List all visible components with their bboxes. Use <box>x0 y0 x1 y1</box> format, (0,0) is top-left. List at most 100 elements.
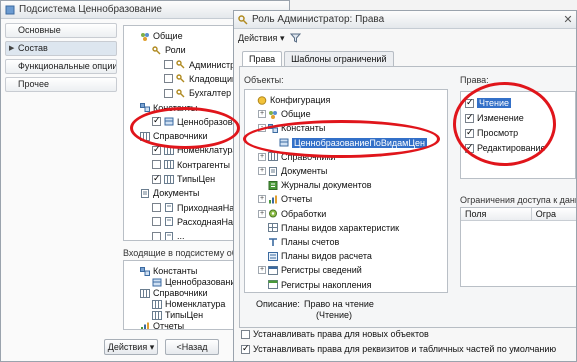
tree-item-label: ПриходнаяНакладная <box>177 202 238 213</box>
catalog-icon <box>164 160 174 170</box>
subsystem-icon <box>5 5 15 14</box>
attributes-checkbox[interactable] <box>241 343 250 354</box>
tab-rights[interactable]: Права <box>242 51 283 67</box>
processing-icon <box>268 209 278 218</box>
new-objects-rights-option[interactable]: Устанавливать права для новых объектов <box>241 329 429 339</box>
objects-tree-item[interactable]: + Регистры сведений <box>258 263 362 277</box>
calc-types-icon <box>268 251 278 261</box>
tree-item-label: Отчеты <box>153 321 185 330</box>
objects-tree-item[interactable]: + Общие <box>258 107 311 121</box>
restrictions-table[interactable]: Поля Огра <box>460 207 576 287</box>
role-icon <box>176 60 186 69</box>
objects-tree-item[interactable]: Конфигурация <box>247 93 330 107</box>
object-checkbox[interactable] <box>152 160 161 170</box>
included-tree-item[interactable]: Отчеты <box>140 319 185 330</box>
tab-restriction-templates[interactable]: Шаблоны ограничений <box>284 51 394 67</box>
object-checkbox[interactable] <box>164 88 173 98</box>
tree-item-label: Журналы документов <box>281 180 372 191</box>
expand-icon[interactable]: + <box>258 209 266 218</box>
object-checkbox[interactable] <box>164 60 173 70</box>
column-restriction[interactable]: Огра <box>532 208 576 220</box>
constants-icon <box>140 266 150 276</box>
subsystem-tree-item[interactable]: ... <box>152 229 185 241</box>
new-objects-label: Устанавливать права для новых объектов <box>253 329 429 339</box>
document-icon <box>164 231 174 240</box>
document-icon <box>164 217 174 227</box>
role-key-icon <box>238 14 248 25</box>
new-objects-checkbox[interactable] <box>241 329 250 339</box>
attributes-rights-option[interactable]: Устанавливать права для реквизитов и таб… <box>241 343 557 354</box>
subsystem-actions-button[interactable]: Действия ▾ <box>104 339 158 355</box>
description-text-1: Право на чтение <box>304 299 374 309</box>
object-checkbox[interactable] <box>152 203 161 213</box>
subsystem-tree-item[interactable]: Кладовщик <box>164 72 236 86</box>
role-tabs: Права Шаблоны ограничений <box>242 51 396 67</box>
tree-item-label: Роли <box>165 45 186 56</box>
close-icon[interactable]: ✕ <box>560 13 576 27</box>
filter-icon[interactable] <box>290 33 302 43</box>
subsystem-tree-item[interactable]: РасходнаяНакладная <box>152 215 238 229</box>
constants-icon <box>140 103 150 112</box>
reports-icon <box>268 195 278 204</box>
objects-tree-item[interactable]: Регистры накопления <box>258 278 372 292</box>
object-checkbox[interactable] <box>164 74 173 84</box>
subsystem-tree-item[interactable]: Документы <box>140 186 199 200</box>
subsystem-title: Подсистема Ценнобразование <box>19 4 162 15</box>
objects-tree-item[interactable]: Планы счетов <box>258 235 339 249</box>
nav-other[interactable]: Прочее <box>5 77 117 92</box>
subsystem-tree-item[interactable]: Бухгалтер <box>164 86 231 100</box>
subsystem-tree-item[interactable]: ПриходнаяНакладная <box>152 201 238 215</box>
tree-item-label: Регистры сведений <box>281 265 362 276</box>
subsystem-actions-label: Действия <box>107 342 148 352</box>
objects-tree-item[interactable]: + Обработки <box>258 207 326 221</box>
tree-item-label: Планы видов характеристик <box>281 222 400 233</box>
nav-functional-options[interactable]: Функциональные опции <box>5 59 117 74</box>
expand-icon[interactable]: + <box>258 167 266 175</box>
included-objects-tree[interactable]: Константы Ценнобразование Справочники Номен… <box>123 260 239 330</box>
journals-icon <box>268 180 278 190</box>
accounts-icon <box>268 237 278 247</box>
subsystem-nav: Основные Состав Функциональные опции Про… <box>5 23 117 95</box>
expand-icon[interactable]: + <box>258 110 266 119</box>
role-actions-label: Действия <box>238 32 278 43</box>
subsystem-tree-item[interactable]: Контрагенты <box>152 158 230 172</box>
objects-tree-item[interactable]: + Отчеты <box>258 192 312 206</box>
expand-icon[interactable]: + <box>258 152 266 161</box>
nav-content[interactable]: Состав <box>5 41 117 56</box>
tree-item-label: ... <box>177 231 185 241</box>
subsystem-tree-item[interactable]: Роли <box>152 43 186 57</box>
expand-icon[interactable]: + <box>258 195 266 204</box>
tree-item-label: Кладовщик <box>189 73 236 84</box>
general-icon <box>268 110 278 119</box>
object-checkbox[interactable] <box>152 231 161 240</box>
tree-item-label: Регистры накопления <box>281 279 372 290</box>
object-checkbox[interactable] <box>152 217 161 227</box>
nav-main[interactable]: Основные <box>5 23 117 38</box>
accum-registers-icon <box>268 280 278 290</box>
annotation-ellipse-selected-object <box>243 120 440 158</box>
objects-tree-item[interactable]: + Документы <box>258 164 327 178</box>
annotation-ellipse-constant <box>130 107 240 149</box>
subsystem-tree-item[interactable]: Общие <box>140 29 183 43</box>
role-toolbar: Действия ▾ <box>238 31 302 45</box>
objects-tree-item[interactable]: Планы видов расчета <box>258 249 372 263</box>
objects-tree-item[interactable]: Планы видов характеристик <box>258 221 399 235</box>
subsystem-tree-item[interactable]: Администратор <box>164 58 238 72</box>
tree-item-label: Общие <box>153 31 183 41</box>
catalog-icon <box>164 174 174 184</box>
expand-icon[interactable]: + <box>258 266 266 275</box>
back-button[interactable]: <Назад <box>165 339 219 355</box>
object-checkbox[interactable] <box>152 144 161 155</box>
subsystem-tree-item[interactable]: ТипыЦен <box>152 172 215 186</box>
documents-icon <box>140 188 150 198</box>
tree-item-label: Бухгалтер <box>189 88 232 99</box>
objects-tree-item[interactable]: Журналы документов <box>258 178 371 192</box>
role-titlebar[interactable]: Роль Администратор: Права ✕ <box>234 11 576 29</box>
column-fields[interactable]: Поля <box>461 208 532 220</box>
restrictions-header: Поля Огра <box>461 208 576 221</box>
rights-label: Права: <box>460 75 489 85</box>
reports-icon <box>140 322 150 329</box>
object-checkbox[interactable] <box>152 173 161 184</box>
attributes-label: Устанавливать права для реквизитов и таб… <box>253 344 557 354</box>
role-actions-menu[interactable]: Действия ▾ <box>238 33 284 44</box>
